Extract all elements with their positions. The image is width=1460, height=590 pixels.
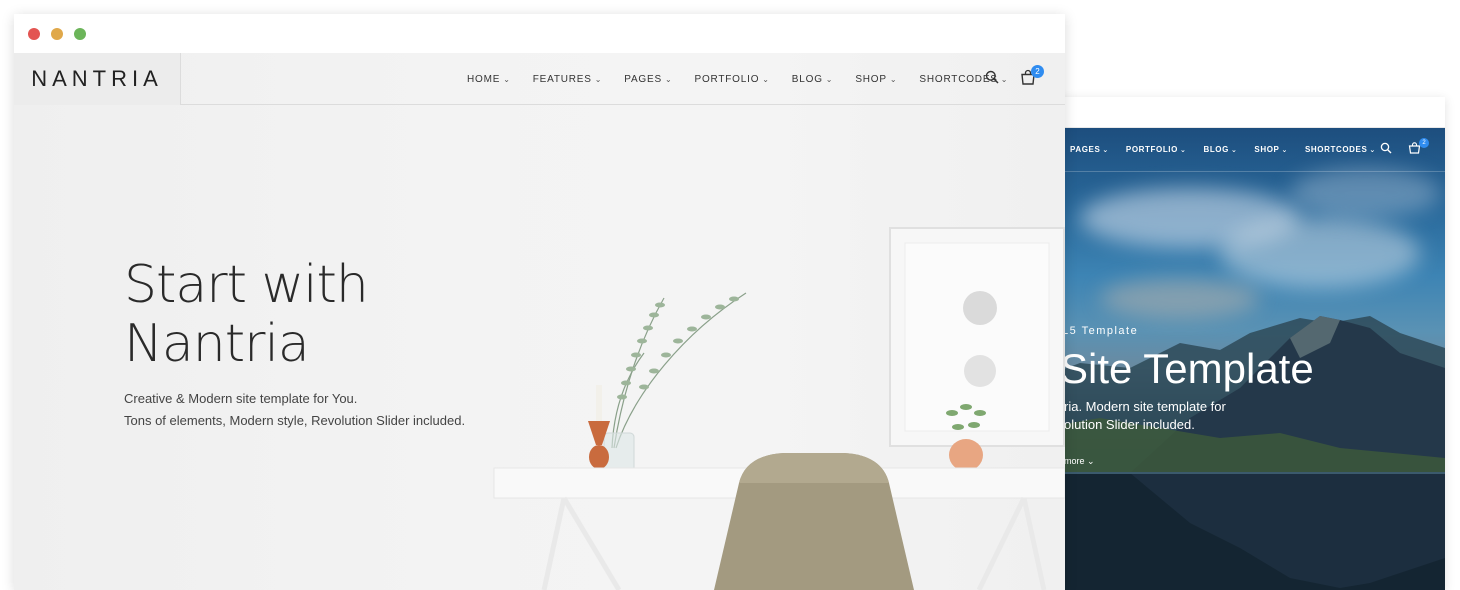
desk-scene-image <box>493 227 1065 590</box>
chevron-down-icon: ⌄ <box>1000 74 1009 84</box>
minimize-window-dot[interactable] <box>51 28 63 40</box>
nav-item-portfolio[interactable]: PORTFOLIO ⌄ <box>694 74 769 85</box>
close-window-dot[interactable] <box>28 28 40 40</box>
bg-nav-item-pages[interactable]: PAGES ⌄ <box>1070 145 1109 154</box>
nav-item-pages[interactable]: PAGES ⌄ <box>624 74 672 85</box>
background-window-titlebar <box>1040 97 1445 128</box>
chevron-down-icon: ⌄ <box>503 74 511 84</box>
nav-item-features[interactable]: FEATURES ⌄ <box>533 74 603 85</box>
bg-more-link[interactable]: more ⌄ <box>1064 456 1095 467</box>
chevron-down-icon: ⌄ <box>664 74 673 84</box>
chevron-down-icon: ⌄ <box>594 74 603 84</box>
hero-title: Start with Nantria <box>124 255 369 374</box>
cart-count-badge: 2 <box>1031 65 1044 78</box>
bg-nav-item-shortcodes[interactable]: SHORTCODES ⌄ <box>1305 145 1376 154</box>
window-titlebar <box>14 14 1065 53</box>
nav-item-home[interactable]: HOME ⌄ <box>467 74 511 85</box>
background-demo-window: PAGES ⌄ PORTFOLIO ⌄ BLOG ⌄ SHOP ⌄ SHORTCODES… <box>1040 97 1445 590</box>
nav-item-shop[interactable]: SHOP ⌄ <box>855 74 897 85</box>
hero-description: Creative & Modern site template for You.… <box>124 388 465 432</box>
hero-title-line2: Nantria <box>124 314 310 374</box>
search-icon[interactable] <box>985 70 999 84</box>
bg-hero-desc-line2: olution Slider included. <box>1064 417 1195 432</box>
maximize-window-dot[interactable] <box>74 28 86 40</box>
chevron-down-icon: ⌄ <box>762 74 770 84</box>
hero-desc-line1: Creative & Modern site template for You. <box>124 391 358 406</box>
logo-box[interactable]: NANTRIA <box>14 52 181 105</box>
site-logo: NANTRIA <box>31 65 163 91</box>
bg-hero-subtitle: L5 Template <box>1062 325 1139 337</box>
main-nav: HOME ⌄ FEATURES ⌄ PAGES ⌄ PORTFOLIO ⌄ BLOG ⌄ … <box>467 53 1030 105</box>
hero-title-line1: Start with <box>124 255 369 315</box>
site-page: NANTRIA HOME ⌄ FEATURES ⌄ PAGES ⌄ PORTFOLIO… <box>14 52 1065 590</box>
bg-hero-desc-line1: ria. Modern site template for <box>1064 399 1226 414</box>
bg-nav-item-blog[interactable]: BLOG ⌄ <box>1203 145 1237 154</box>
bg-search-icon[interactable] <box>1380 142 1392 154</box>
bg-hero-description: ria. Modern site template for olution Sl… <box>1064 398 1226 434</box>
foreground-demo-window: NANTRIA HOME ⌄ FEATURES ⌄ PAGES ⌄ PORTFOLIO… <box>14 14 1065 590</box>
chevron-down-icon: ⌄ <box>889 74 898 84</box>
hero-desc-line2: Tons of elements, Modern style, Revoluti… <box>124 413 466 428</box>
bg-hero-title: Site Template <box>1060 345 1314 392</box>
bg-cart-count-badge: 2 <box>1419 138 1429 148</box>
background-hero: PAGES ⌄ PORTFOLIO ⌄ BLOG ⌄ SHOP ⌄ SHORTCODES… <box>1040 128 1445 590</box>
site-header: NANTRIA HOME ⌄ FEATURES ⌄ PAGES ⌄ PORTFOLIO… <box>14 52 1065 105</box>
bg-nav-item-portfolio[interactable]: PORTFOLIO ⌄ <box>1126 145 1187 154</box>
bg-nav-item-shop[interactable]: SHOP ⌄ <box>1254 145 1288 154</box>
chevron-down-icon: ⌄ <box>825 74 834 84</box>
nav-item-blog[interactable]: BLOG ⌄ <box>792 74 834 85</box>
